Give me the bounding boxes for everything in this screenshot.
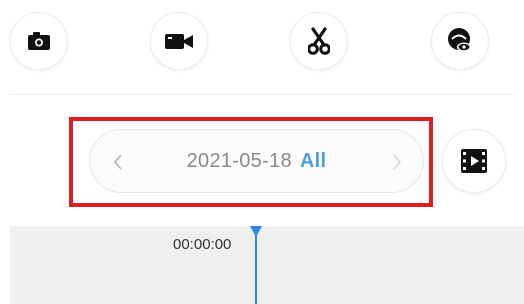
toolbar <box>0 0 524 90</box>
video-camera-icon <box>165 34 193 49</box>
filter-all-link[interactable]: All <box>300 150 326 173</box>
chevron-right-icon <box>393 154 402 170</box>
date-display: 2021-05-18 All <box>90 130 423 192</box>
next-day-button[interactable] <box>385 148 409 176</box>
date-value: 2021-05-18 <box>186 149 292 172</box>
record-button[interactable] <box>150 12 208 70</box>
camera-icon <box>28 32 50 50</box>
clip-button[interactable] <box>290 12 348 70</box>
playhead-marker[interactable] <box>250 226 262 237</box>
snapshot-button[interactable] <box>10 12 68 70</box>
film-play-icon <box>461 149 487 173</box>
divider <box>10 94 514 95</box>
privacy-eye-icon <box>448 28 471 52</box>
playback-list-button[interactable] <box>442 129 506 193</box>
time-label: 00:00:00 <box>173 236 232 253</box>
privacy-button[interactable] <box>431 12 489 70</box>
date-selector[interactable]: 2021-05-18 All <box>89 129 424 193</box>
timeline[interactable]: 00:00:00 <box>10 226 524 304</box>
scissors-icon <box>308 27 330 55</box>
playhead[interactable] <box>255 226 257 304</box>
